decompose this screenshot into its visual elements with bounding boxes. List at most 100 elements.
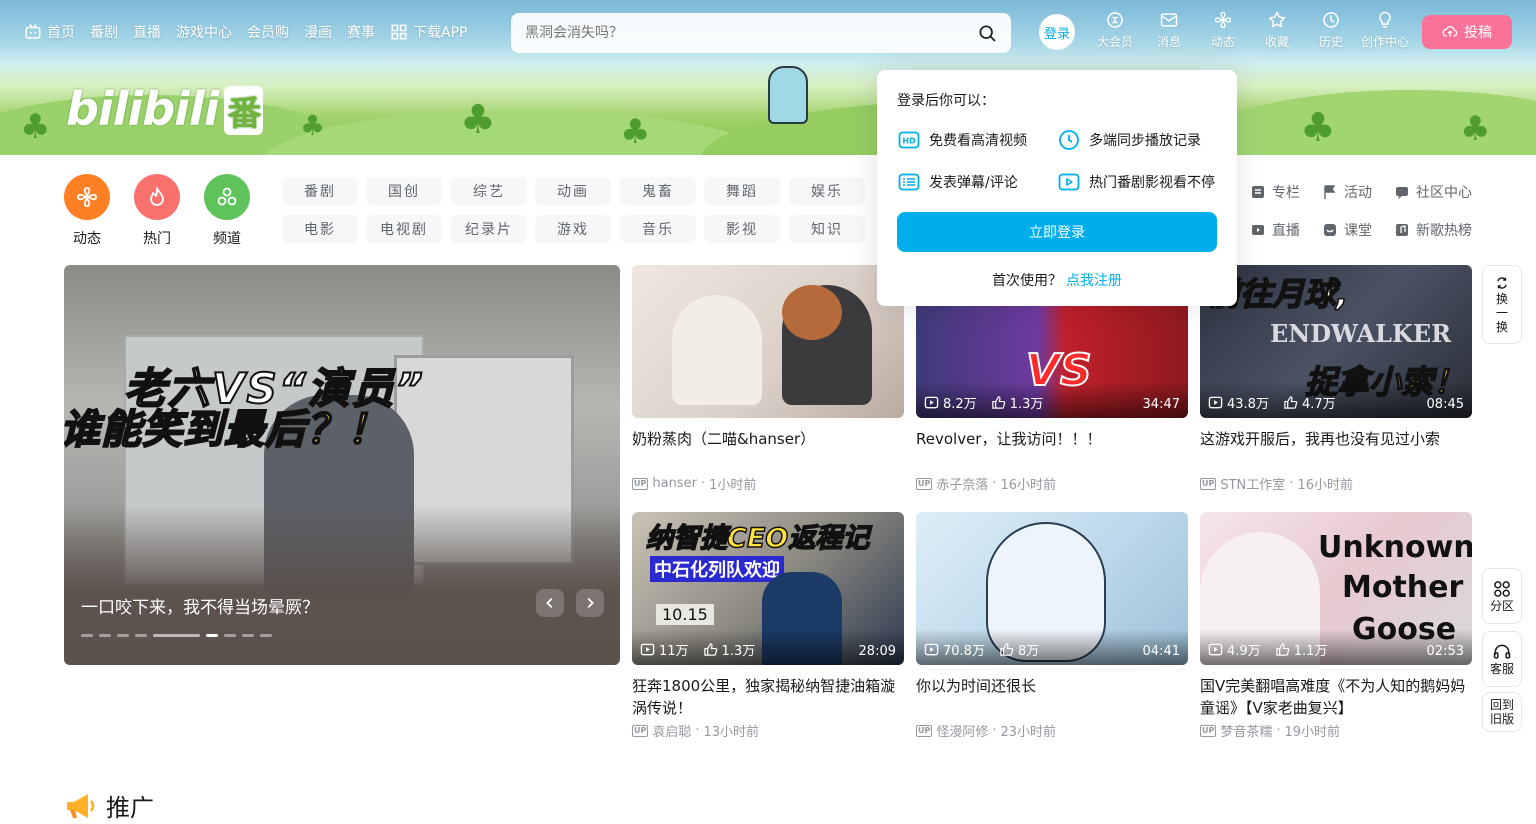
thumb-figure — [672, 295, 762, 405]
carousel-dot[interactable] — [117, 634, 129, 637]
community-icon — [1396, 187, 1408, 199]
carousel-dot[interactable] — [81, 634, 93, 637]
category-tag[interactable]: 纪录片 — [451, 215, 527, 243]
promo-section-title: 推广 — [64, 788, 154, 823]
video-title[interactable]: 你以为时间还很长 — [916, 675, 1188, 719]
nav-match[interactable]: 赛事 — [347, 22, 375, 42]
category-tag[interactable]: 电视剧 — [366, 215, 442, 243]
nav-live[interactable]: 直播 — [133, 22, 161, 42]
search-input[interactable] — [525, 25, 977, 41]
bilibili-logo[interactable]: bilibili 番 — [66, 82, 264, 136]
category-tag[interactable]: 电影 — [282, 215, 358, 243]
carousel-caption[interactable]: 一口咬下来，我不得当场晕厥？ — [81, 593, 319, 618]
video-views: 4.9万 — [1227, 644, 1261, 659]
category-tag[interactable]: 音乐 — [620, 215, 696, 243]
quick-hot[interactable]: 热门 — [134, 174, 180, 248]
video-author[interactable]: 赤子奈落 — [936, 474, 988, 493]
customer-service-button[interactable]: 客服 — [1482, 631, 1522, 687]
nav-history[interactable]: 历史 — [1304, 10, 1358, 50]
category-tag[interactable]: 娱乐 — [789, 177, 865, 205]
link-community[interactable]: 社区中心 — [1394, 182, 1472, 202]
video-author[interactable]: STN工作室 — [1220, 474, 1285, 493]
video-author[interactable]: hanser — [652, 476, 697, 491]
carousel-next-button[interactable] — [576, 589, 604, 617]
login-avatar-button[interactable]: 登录 — [1039, 14, 1075, 50]
video-author[interactable]: 怪漫阿修 — [936, 721, 988, 740]
popover-features: HD 免费看高清视频 多端同步播放记录 发表弹幕/评论 热门番剧影视看不停 — [897, 128, 1217, 194]
carousel-dot[interactable] — [99, 634, 111, 637]
category-tag[interactable]: 游戏 — [535, 215, 611, 243]
category-tag[interactable]: 国创 — [366, 177, 442, 205]
nav-favorites[interactable]: 收藏 — [1250, 10, 1304, 50]
video-author[interactable]: 梦音茶糯 — [1220, 721, 1272, 740]
carousel-dot[interactable] — [153, 634, 200, 637]
nav-mall[interactable]: 会员购 — [247, 22, 289, 42]
video-card[interactable]: 纳智捷CEO返程记 中石化列队欢迎 10.15 11万 1.3万 28:09 狂… — [632, 512, 904, 740]
upload-button[interactable]: 投稿 — [1422, 15, 1512, 49]
category-tag[interactable]: 动画 — [535, 177, 611, 205]
service-label: 客服 — [1489, 662, 1514, 676]
old-version-button[interactable]: 回到 旧版 — [1482, 692, 1522, 732]
video-card[interactable]: 70.8万 8万 04:41 你以为时间还很长 UP 怪漫阿修 · 23小时前 — [916, 512, 1188, 740]
carousel-dot[interactable] — [242, 634, 254, 637]
category-tag[interactable]: 番剧 — [282, 177, 358, 205]
register-link[interactable]: 点我注册 — [1066, 273, 1122, 289]
nav-messages[interactable]: 消息 — [1142, 10, 1196, 50]
nav-home[interactable]: 首页 — [24, 22, 75, 42]
refresh-button[interactable]: 换 一 换 — [1482, 265, 1522, 344]
thumb-overlay-text: Unknown — [1318, 530, 1472, 565]
link-activity[interactable]: 活动 — [1322, 182, 1372, 202]
video-thumbnail[interactable] — [632, 265, 904, 418]
carousel-dot-active[interactable] — [206, 634, 218, 637]
login-now-button[interactable]: 立即登录 — [897, 212, 1217, 252]
nav-dynamic[interactable]: 动态 — [1196, 10, 1250, 50]
nav-creator-center[interactable]: 创作中心 — [1358, 10, 1412, 50]
video-card[interactable]: 奶粉蒸肉（二喵&hanser） UP hanser · 1小时前 — [632, 265, 904, 493]
like-icon — [1000, 643, 1014, 656]
video-card[interactable]: 前往月球, ENDWALKER 捉拿小索！ 43.8万 4.7万 08:45 这… — [1200, 265, 1472, 493]
link-song-chart[interactable]: 新歌热榜 — [1394, 220, 1472, 240]
promo-label: 推广 — [106, 794, 154, 822]
video-thumbnail[interactable]: 前往月球, ENDWALKER 捉拿小索！ 43.8万 4.7万 08:45 — [1200, 265, 1472, 418]
video-title[interactable]: Revolver，让我访问！！！ — [916, 428, 1188, 472]
link-classroom[interactable]: 课堂 — [1322, 220, 1372, 240]
feature-sync: 多端同步播放记录 — [1057, 128, 1217, 152]
video-title[interactable]: 国V完美翻唱高难度《不为人知的鹅妈妈童谣》【V家老曲复兴】 — [1200, 675, 1472, 719]
search-icon[interactable] — [977, 23, 997, 43]
category-tag[interactable]: 知识 — [789, 215, 865, 243]
nav-manga[interactable]: 漫画 — [304, 22, 332, 42]
nav-label: 下载APP — [413, 25, 468, 41]
svg-text:HD: HD — [902, 137, 916, 146]
carousel-dot[interactable] — [260, 634, 272, 637]
video-title[interactable]: 奶粉蒸肉（二喵&hanser） — [632, 428, 904, 472]
video-meta: UP 梦音茶糯 · 19小时前 — [1200, 721, 1472, 740]
link-label: 课堂 — [1344, 223, 1372, 239]
video-thumbnail[interactable]: Unknown Mother Goose 4.9万 1.1万 02:53 — [1200, 512, 1472, 665]
nav-download-app[interactable]: 下载APP — [390, 22, 467, 42]
zones-button[interactable]: 分区 — [1482, 568, 1522, 624]
category-tag[interactable]: 影视 — [704, 215, 780, 243]
category-tag[interactable]: 综艺 — [451, 177, 527, 205]
category-tag[interactable]: 舞蹈 — [704, 177, 780, 205]
nav-game-center[interactable]: 游戏中心 — [176, 22, 232, 42]
quick-channel[interactable]: 频道 — [204, 174, 250, 248]
video-thumbnail[interactable]: 70.8万 8万 04:41 — [916, 512, 1188, 665]
nav-vip[interactable]: 大会员 — [1088, 10, 1142, 50]
top-nav-left: 首页 番剧 直播 游戏中心 会员购 漫画 赛事 下载APP — [24, 22, 467, 42]
video-title[interactable]: 狂奔1800公里，独家揭秘纳智捷油箱漩涡传说！ — [632, 675, 904, 719]
nav-bangumi[interactable]: 番剧 — [90, 22, 118, 42]
carousel-dot[interactable] — [224, 634, 236, 637]
link-live[interactable]: 直播 — [1250, 220, 1300, 240]
category-tag[interactable]: 鬼畜 — [620, 177, 696, 205]
old-version-label: 回到 — [1489, 698, 1514, 712]
quick-dynamic[interactable]: 动态 — [64, 174, 110, 248]
nav-label: 会员购 — [247, 25, 289, 41]
link-column[interactable]: 专栏 — [1250, 182, 1300, 202]
hero-carousel[interactable]: 老六VS“演员” 谁能笑到最后？！ 一口咬下来，我不得当场晕厥？ — [64, 265, 620, 665]
carousel-dot[interactable] — [135, 634, 147, 637]
carousel-prev-button[interactable] — [536, 589, 564, 617]
video-title[interactable]: 这游戏开服后，我再也没有见过小索 — [1200, 428, 1472, 472]
video-thumbnail[interactable]: 纳智捷CEO返程记 中石化列队欢迎 10.15 11万 1.3万 28:09 — [632, 512, 904, 665]
video-author[interactable]: 袁启聪 — [652, 721, 691, 740]
video-card[interactable]: Unknown Mother Goose 4.9万 1.1万 02:53 国V完… — [1200, 512, 1472, 740]
